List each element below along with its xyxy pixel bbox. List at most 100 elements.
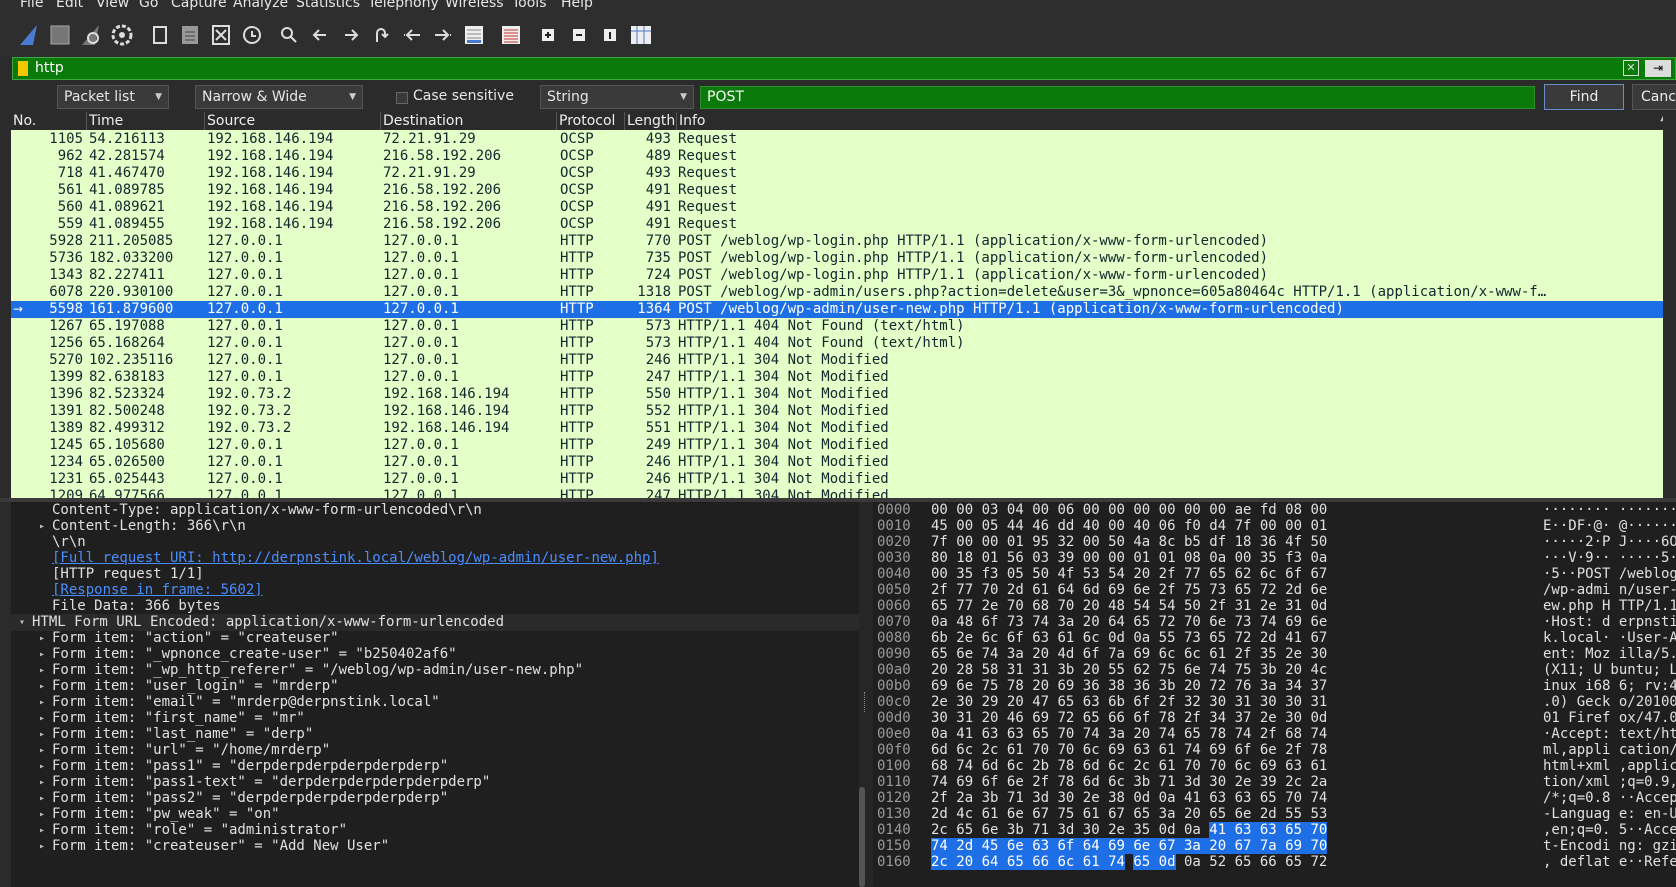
collapsed-arrow-icon[interactable]: ▸: [39, 822, 45, 839]
column-header-time[interactable]: Time: [87, 112, 205, 130]
gear-options-icon[interactable]: [108, 21, 136, 49]
packet-row[interactable]: 5736 182.033200 127.0.0.1 127.0.0.1 HTTP 735 P…: [11, 250, 1676, 267]
last-packet-icon[interactable]: [429, 21, 457, 49]
packet-row[interactable]: 561 41.089785 192.168.146.194 216.58.192.20…: [11, 182, 1676, 199]
collapsed-arrow-icon[interactable]: ▸: [39, 662, 45, 679]
packet-row[interactable]: 1389 82.499312 192.0.73.2 192.168.146.194 HT…: [11, 420, 1676, 437]
tree-item[interactable]: [Full request URI: http://derpnstink.loc…: [11, 550, 859, 567]
char-width-select[interactable]: Narrow & Wide ▼: [195, 85, 363, 109]
collapsed-arrow-icon[interactable]: ▸: [39, 742, 45, 759]
menu-file[interactable]: File: [20, 0, 43, 12]
menu-statistics[interactable]: Statistics: [296, 0, 360, 12]
bookmark-icon[interactable]: [18, 61, 28, 76]
tree-item[interactable]: File Data: 366 bytes: [11, 598, 859, 615]
packet-row[interactable]: 1391 82.500248 192.0.73.2 192.168.146.194 HT…: [11, 403, 1676, 420]
collapsed-arrow-icon[interactable]: ▸: [39, 758, 45, 775]
first-packet-icon[interactable]: [398, 21, 426, 49]
search-scope-select[interactable]: Packet list ▼: [57, 85, 169, 109]
colorize-icon[interactable]: [497, 21, 525, 49]
tree-item[interactable]: ▸ Form item: "_wpnonce_create-user" = "b2…: [11, 646, 859, 663]
reload-icon[interactable]: [238, 21, 266, 49]
tree-item[interactable]: ▸ Form item: "pass1-text" = "derpderpderp…: [11, 774, 859, 791]
menu-view[interactable]: View: [96, 0, 129, 12]
normal-size-icon[interactable]: [596, 21, 624, 49]
zoom-out-icon[interactable]: [565, 21, 593, 49]
tree-item[interactable]: ▸ Form item: "pw_weak" = "on": [11, 806, 859, 823]
collapsed-arrow-icon[interactable]: ▸: [39, 710, 45, 727]
close-file-icon[interactable]: [207, 21, 235, 49]
find-button[interactable]: Find: [1544, 84, 1624, 110]
tree-item[interactable]: ▸ Form item: "last_name" = "derp": [11, 726, 859, 743]
tree-item[interactable]: ▸ Form item: "createuser" = "Add New User…: [11, 838, 859, 855]
jump-icon[interactable]: [367, 21, 395, 49]
collapsed-arrow-icon[interactable]: ▸: [39, 646, 45, 663]
search-type-select[interactable]: String ▼: [540, 85, 694, 109]
column-header-source[interactable]: Source: [205, 112, 381, 130]
packet-row[interactable]: 5270 102.235116 127.0.0.1 127.0.0.1 HTTP 246 H…: [11, 352, 1676, 369]
search-icon[interactable]: [275, 21, 303, 49]
restart-fin-icon[interactable]: [78, 21, 106, 49]
display-filter-input[interactable]: [35, 58, 1625, 79]
menu-go[interactable]: Go: [139, 0, 158, 12]
packet-row[interactable]: 1231 65.025443 127.0.0.1 127.0.0.1 HTTP 246 HT…: [11, 471, 1676, 488]
clear-filter-icon[interactable]: ✕: [1623, 60, 1639, 76]
column-header-info[interactable]: Info: [677, 112, 1667, 130]
zoom-in-icon[interactable]: [534, 21, 562, 49]
collapsed-arrow-icon[interactable]: ▸: [39, 630, 45, 647]
autoscroll-icon[interactable]: [460, 21, 488, 49]
packet-row[interactable]: 1105 54.216113 192.168.146.194 72.21.91.29 O…: [11, 131, 1676, 148]
column-header-length[interactable]: Length: [625, 112, 677, 130]
cancel-button[interactable]: Canc: [1632, 84, 1676, 110]
tree-item[interactable]: ▸ Form item: "pass1" = "derpderpderpderpd…: [11, 758, 859, 775]
packet-row[interactable]: 1234 65.026500 127.0.0.1 127.0.0.1 HTTP 246 HT…: [11, 454, 1676, 471]
collapsed-arrow-icon[interactable]: ▸: [39, 726, 45, 743]
tree-item[interactable]: ▸ Form item: "user_login" = "mrderp": [11, 678, 859, 695]
menu-capture[interactable]: Capture: [171, 0, 227, 12]
tree-link[interactable]: [Full request URI: http://derpnstink.loc…: [52, 550, 659, 567]
collapsed-arrow-icon[interactable]: ▸: [39, 678, 45, 695]
packet-row[interactable]: 1399 82.638183 127.0.0.1 127.0.0.1 HTTP 247 HT…: [11, 369, 1676, 386]
packet-row[interactable]: 1245 65.105680 127.0.0.1 127.0.0.1 HTTP 249 HT…: [11, 437, 1676, 454]
tree-item[interactable]: ▸ Form item: "email" = "mrderp@derpnstink…: [11, 694, 859, 711]
collapsed-arrow-icon[interactable]: ▸: [39, 806, 45, 823]
tree-subtree[interactable]: ▾ HTML Form URL Encoded: application/x-ww…: [11, 614, 859, 631]
tree-item[interactable]: ▸ Form item: "_wp_http_referer" = "/weblo…: [11, 662, 859, 679]
shark-fin-start-icon[interactable]: [16, 21, 44, 49]
menu-analyze[interactable]: Analyze: [233, 0, 288, 12]
menu-help[interactable]: Help: [561, 0, 593, 12]
collapsed-arrow-icon[interactable]: ▸: [39, 790, 45, 807]
case-sensitive-checkbox[interactable]: [396, 92, 408, 104]
packet-row[interactable]: 1209 64.977566 127.0.0.1 127.0.0.1 HTTP 247 HT…: [11, 488, 1676, 498]
column-header-no[interactable]: No.: [11, 112, 87, 130]
file-icon[interactable]: [176, 21, 204, 49]
open-file-icon[interactable]: [146, 21, 174, 49]
apply-filter-icon[interactable]: ⇥: [1645, 60, 1671, 77]
packet-row[interactable]: 1343 82.227411 127.0.0.1 127.0.0.1 HTTP 724 PO…: [11, 267, 1676, 284]
menu-tools[interactable]: Tools: [512, 0, 547, 12]
column-header-protocol[interactable]: Protocol: [557, 112, 625, 130]
packet-row[interactable]: 962 42.281574 192.168.146.194 216.58.192.20…: [11, 148, 1676, 165]
menu-wireless[interactable]: Wireless: [445, 0, 504, 12]
packet-row[interactable]: 5928 211.205085 127.0.0.1 127.0.0.1 HTTP 770 P…: [11, 233, 1676, 250]
find-input[interactable]: POST: [700, 86, 1535, 109]
menu-edit[interactable]: Edit: [56, 0, 83, 12]
details-scrollbar[interactable]: [859, 787, 865, 887]
arrow-right-icon[interactable]: [337, 21, 365, 49]
stop-square-icon[interactable]: [46, 21, 74, 49]
tree-item[interactable]: [Response in frame: 5602]: [11, 582, 859, 599]
expanded-arrow-icon[interactable]: ▾: [19, 614, 25, 631]
packet-row[interactable]: 718 41.467470 192.168.146.194 72.21.91.29 OC…: [11, 165, 1676, 182]
packet-row[interactable]: 1256 65.168264 127.0.0.1 127.0.0.1 HTTP 573 HT…: [11, 335, 1676, 352]
tree-item[interactable]: \r\n: [11, 534, 859, 551]
details-bytes-divider[interactable]: [859, 502, 873, 887]
tree-item[interactable]: [HTTP request 1/1]: [11, 566, 859, 583]
column-header-destination[interactable]: Destination: [381, 112, 557, 130]
packet-row[interactable]: 559 41.089455 192.168.146.194 216.58.192.20…: [11, 216, 1676, 233]
tree-item[interactable]: ▸ Form item: "pass2" = "derpderpderpderpd…: [11, 790, 859, 807]
packet-row[interactable]: 1267 65.197088 127.0.0.1 127.0.0.1 HTTP 573 HT…: [11, 318, 1676, 335]
packet-row[interactable]: → 5598 161.879600 127.0.0.1 127.0.0.1 HTTP 136…: [11, 301, 1676, 318]
resize-columns-icon[interactable]: [627, 21, 655, 49]
collapsed-arrow-icon[interactable]: ▸: [39, 694, 45, 711]
collapsed-arrow-icon[interactable]: ▸: [39, 838, 45, 855]
packet-row[interactable]: 1396 82.523324 192.0.73.2 192.168.146.194 HT…: [11, 386, 1676, 403]
